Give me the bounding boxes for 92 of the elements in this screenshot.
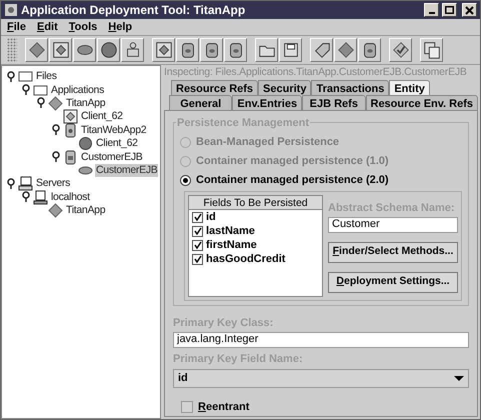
toolbar-button[interactable] [176,38,199,62]
toolbar-button[interactable] [420,38,443,62]
tab[interactable]: Resource Refs [171,80,258,95]
menu-item[interactable]: Edit [36,18,58,36]
expanded-handle-icon[interactable] [51,151,61,164]
tree-item[interactable]: Client_62 [95,137,139,150]
primary-key-class-field[interactable]: java.lang.Integer [173,332,469,348]
toolbar-button[interactable] [255,38,278,62]
window-title: Application Deployment Tool: TitanApp [21,2,246,19]
toolbar-button[interactable] [73,38,96,62]
toolbar-button[interactable] [49,38,72,62]
toolbar-grip-icon[interactable] [7,38,17,62]
checkbox[interactable] [192,254,203,264]
tab[interactable]: Entity [389,80,430,95]
field-name: id [206,210,216,225]
boxdiamond-icon [50,40,70,60]
diamond-icon [48,96,63,111]
folder-icon [18,69,33,84]
tab[interactable]: EJB Refs [302,95,366,110]
folder-icon [33,82,48,98]
tab[interactable]: Transactions [311,80,390,95]
field-name: firstName [206,238,257,253]
minimize-button[interactable] [424,3,439,17]
menu-item[interactable]: Tools [68,18,98,36]
inspecting-path: Inspecting: Files.Applications.TitanApp.CustomerEJB.CustomerEJB [164,65,468,80]
toolbar-button[interactable] [200,38,223,62]
expanded-handle-icon[interactable] [21,191,31,204]
expanded-handle-icon[interactable] [36,97,46,110]
tree-item[interactable]: TitanApp [65,204,106,218]
checkbox[interactable] [181,401,193,414]
action-button[interactable]: Deployment Settings... [328,272,458,292]
toolbar-button[interactable] [224,38,247,62]
schema-name-field[interactable]: Customer [328,216,458,232]
diamond-icon [48,203,63,218]
jar-icon [63,122,78,138]
primary-key-field-dropdown[interactable]: id [173,369,469,388]
toolbar-button[interactable] [389,38,412,62]
dropdown-arrow-icon [454,376,464,382]
app-icon [4,3,18,17]
expanded-handle-icon[interactable] [51,124,61,136]
checkbox[interactable] [192,212,203,222]
minimize-icon [428,12,434,14]
tree-item[interactable]: localhost [50,190,91,204]
action-button[interactable]: Finder/Select Methods... [328,242,458,262]
toolbar-button[interactable] [121,38,144,62]
computer-icon [33,190,48,205]
tree-item[interactable]: Client_62 [80,110,124,124]
checkbox[interactable] [192,240,203,250]
tree-item[interactable]: TitanApp [65,96,106,110]
maximize-icon [445,6,454,14]
toolbar-button[interactable] [25,38,48,62]
checkbox-label: Reentrant [198,400,250,415]
toolbar-button[interactable] [358,38,381,62]
tree-item[interactable]: Servers [35,177,72,190]
close-icon [465,6,474,14]
maximize-button[interactable] [442,3,457,17]
tree-item[interactable]: Files [35,70,58,84]
checkbox[interactable] [192,226,203,236]
tab[interactable]: Resource Env. Refs [366,95,478,110]
field-name: lastName [206,224,255,239]
toolbar-button[interactable] [152,38,175,62]
toolbar-button[interactable] [97,38,120,62]
boxdiamond-icon [154,40,174,60]
check-icon [390,40,410,60]
copy-icon [422,40,442,60]
tree-item[interactable]: TitanWebApp2 [80,124,148,137]
menu-item[interactable]: File [7,18,26,36]
expanded-handle-icon[interactable] [6,178,16,190]
tab[interactable]: Env.Entries [232,95,302,110]
tab[interactable]: General [169,95,232,110]
radio-button[interactable] [180,175,191,186]
tree-item[interactable]: CustomerEJB [80,150,144,164]
expanded-handle-icon[interactable] [6,70,16,83]
radio-label: Container managed persistence (2.0) [196,173,389,188]
toolbar-button[interactable] [279,38,302,62]
tree-item[interactable]: Applications [50,84,106,97]
square-diamond-icon [63,109,78,124]
menu-item[interactable]: Help [108,18,132,36]
list-header: Fields To Be Persisted [189,196,322,210]
tab[interactable]: Security [258,80,312,95]
field-name: hasGoodCredit [206,252,286,267]
toolbar-button[interactable] [334,38,357,62]
jar-icon [63,150,78,165]
diamond-icon [336,40,356,60]
computer-icon [18,176,33,192]
close-button[interactable] [462,3,477,17]
tree-item[interactable]: CustomerEJB [95,164,158,177]
toolbar-button[interactable] [310,38,333,62]
radio-label: Bean-Managed Persistence [196,135,340,150]
expanded-handle-icon[interactable] [21,84,31,96]
radio-label: Container managed persistence (1.0) [196,154,389,170]
diamond-icon [26,40,46,60]
